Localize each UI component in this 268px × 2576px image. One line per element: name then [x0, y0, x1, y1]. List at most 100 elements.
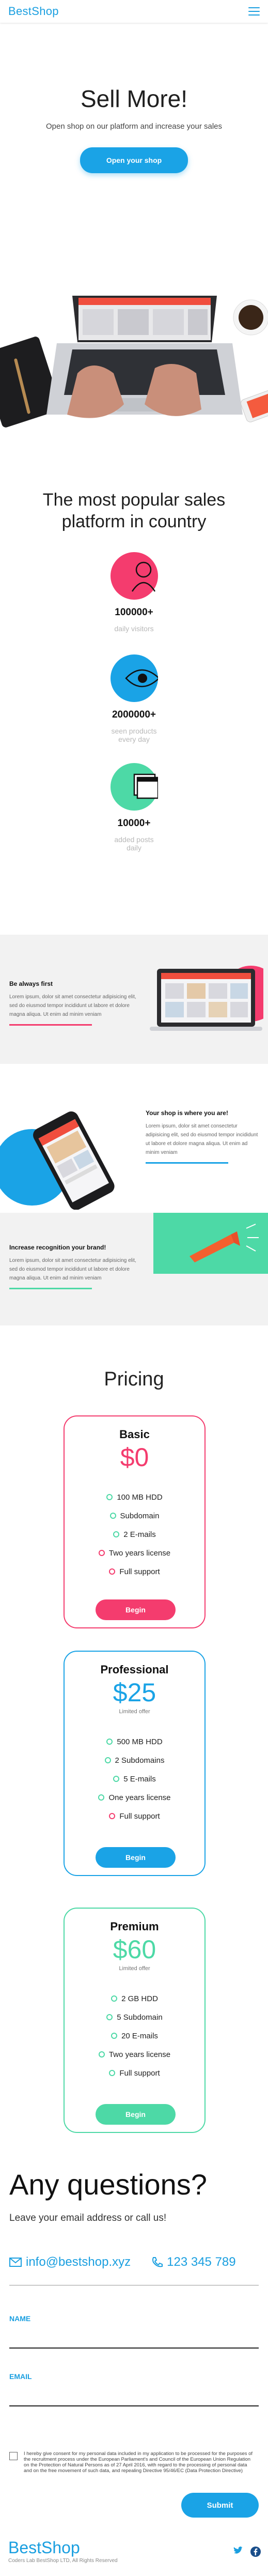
open-shop-button[interactable]: Open your shop [80, 147, 188, 173]
feature-strip-first: Be always first Lorem ipsum, dolor sit a… [0, 935, 268, 1064]
accent-line [146, 1162, 228, 1164]
list-item: 2 E-mails [65, 1525, 204, 1544]
limited-offer-label: Limited offer [119, 1709, 150, 1715]
list-item: Full support [65, 1807, 204, 1825]
accent-line [9, 1288, 92, 1289]
plan-features: 100 MB HDD Subdomain 2 E-mails Two years… [65, 1488, 204, 1581]
cross-circle-icon [98, 1550, 105, 1556]
stat-posts: 10000+ added posts daily [0, 763, 268, 852]
consent-checkbox[interactable] [9, 2452, 18, 2460]
laptop-workspace-image [0, 296, 268, 461]
plan-price: $25 [113, 1678, 156, 1707]
begin-premium-button[interactable]: Begin [96, 2104, 176, 2125]
top-navbar: BestShop [0, 0, 268, 23]
phone-contact[interactable]: 123 345 789 [151, 2255, 236, 2269]
facebook-icon[interactable] [250, 2547, 261, 2557]
begin-professional-button[interactable]: Begin [96, 1847, 176, 1868]
stat-label: daily visitors [114, 624, 154, 633]
gallery-icon [110, 763, 159, 811]
list-item: 20 E-mails [65, 2026, 204, 2045]
stat-products: 2000000+ seen products every day [0, 654, 268, 743]
contact-info: info@bestshop.xyz 123 345 789 [9, 2255, 259, 2269]
field-label: EMAIL [9, 2372, 32, 2381]
megaphone-icon [190, 1224, 259, 1262]
name-input[interactable] [9, 2348, 259, 2349]
feature-title: Increase recognition your brand! [9, 1244, 106, 1251]
check-circle-icon [106, 1739, 113, 1745]
footer-logo[interactable]: BestShop [8, 2538, 260, 2557]
list-item: 5 E-mails [65, 1770, 204, 1788]
plan-name: Premium [110, 1920, 159, 1933]
check-circle-icon [109, 2070, 116, 2076]
phone-icon [240, 389, 268, 422]
feature-text: Lorem ipsum, dolor sit amet consectetur … [146, 1123, 258, 1155]
list-item: Two years license [65, 1544, 204, 1562]
plan-features: 500 MB HDD 2 Subdomains 5 E-mails One ye… [65, 1732, 204, 1825]
feature-strip-brand: Increase recognition your brand! Lorem i… [0, 1213, 268, 1325]
hamburger-menu-icon[interactable] [248, 7, 260, 16]
hero-section: Sell More! Open shop on our platform and… [0, 23, 268, 173]
email-input[interactable] [9, 2405, 259, 2406]
plan-name: Professional [100, 1663, 169, 1676]
list-item: Two years license [65, 2045, 204, 2064]
coffee-cup-icon [233, 299, 268, 336]
list-item: 2 Subdomains [65, 1751, 204, 1770]
twitter-icon[interactable] [233, 2547, 243, 2556]
plan-price: $60 [113, 1935, 156, 1964]
stat-visitors: 100000+ daily visitors [0, 552, 268, 633]
feature-strip-mobile: Your shop is where you are! Lorem ipsum,… [0, 1091, 268, 1215]
eye-icon [110, 654, 160, 702]
plan-card-professional: Professional $25 Limited offer 500 MB HD… [64, 1651, 206, 1876]
pricing-title: Pricing [104, 1368, 164, 1390]
social-links [233, 2547, 261, 2557]
list-item: Full support [65, 2064, 204, 2082]
list-item: Full support [65, 1562, 204, 1581]
plan-features: 2 GB HDD 5 Subdomain 20 E-mails Two year… [65, 1989, 204, 2082]
copyright-text: Coders Lab BestShop LTD, All Rights Rese… [8, 2558, 118, 2564]
accent-line [9, 1024, 92, 1026]
consent-text: I hereby give consent for my personal da… [24, 2451, 253, 2474]
popular-section: The most popular sales platform in count… [0, 489, 268, 852]
envelope-icon [9, 2258, 22, 2267]
user-icon [110, 552, 158, 600]
laptop-illustration [150, 964, 268, 1036]
email-field[interactable]: EMAIL [9, 2372, 259, 2406]
feature-text: Lorem ipsum, dolor sit amet consectetur … [9, 994, 136, 1017]
feature-title: Your shop is where you are! [146, 1109, 228, 1117]
section-title: The most popular sales platform in count… [42, 490, 226, 531]
stat-label: added posts daily [114, 835, 154, 852]
stat-value: 100000+ [115, 607, 153, 618]
consent-row: I hereby give consent for my personal da… [9, 2451, 259, 2474]
hero-title: Sell More! [80, 85, 188, 112]
contact-section: Any questions? Leave your email address … [0, 2168, 268, 2518]
plan-card-premium: Premium $60 Limited offer 2 GB HDD 5 Sub… [64, 1908, 206, 2133]
stat-value: 10000+ [117, 818, 151, 829]
list-item: 5 Subdomain [65, 2008, 204, 2026]
begin-basic-button[interactable]: Begin [96, 1599, 176, 1620]
check-circle-icon [98, 1794, 105, 1801]
plan-card-basic: Basic $0 100 MB HDD Subdomain 2 E-mails … [64, 1415, 206, 1628]
list-item: 500 MB HDD [65, 1732, 204, 1751]
check-circle-icon [113, 1776, 120, 1782]
footer: BestShop Coders Lab BestShop LTD, All Ri… [0, 2538, 268, 2564]
contact-title: Any questions? [9, 2168, 207, 2201]
contact-subtitle: Leave your email address or call us! [9, 2213, 167, 2223]
phone-illustration [0, 1106, 124, 1210]
phone-icon [152, 2257, 163, 2267]
list-item: One years license [65, 1788, 204, 1807]
feature-title: Be always first [9, 980, 53, 987]
logo[interactable]: BestShop [8, 5, 59, 18]
name-field[interactable]: NAME [9, 2314, 259, 2349]
check-circle-icon [109, 1513, 116, 1519]
stat-value: 2000000+ [112, 709, 156, 720]
check-circle-icon [106, 2014, 113, 2020]
plan-price: $0 [120, 1443, 149, 1472]
check-circle-icon [104, 1757, 111, 1763]
check-circle-icon [111, 1995, 118, 2002]
check-circle-icon [98, 2051, 105, 2057]
page: BestShop Sell More! Open shop on our pla… [0, 0, 268, 2576]
list-item: 2 GB HDD [65, 1989, 204, 2008]
feature-text: Lorem ipsum, dolor sit amet consectetur … [9, 1258, 136, 1281]
email-contact[interactable]: info@bestshop.xyz [9, 2255, 131, 2269]
submit-button[interactable]: Submit [181, 2493, 259, 2518]
